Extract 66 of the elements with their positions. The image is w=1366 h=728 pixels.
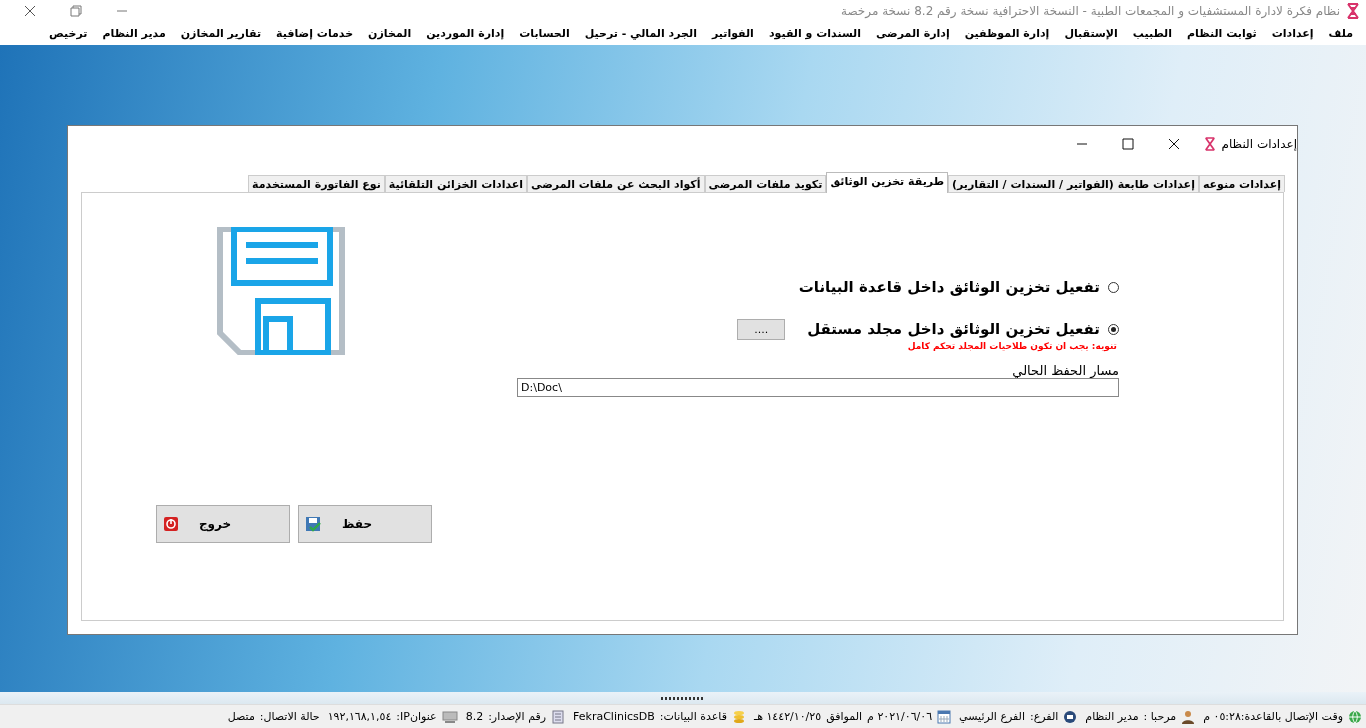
- status-text: رقم الإصدار:: [488, 710, 547, 723]
- status-text: الفرع الرئيسي: [959, 710, 1026, 723]
- option-label[interactable]: تفعيل تخزين الوثائق داخل قاعدة البيانات: [798, 278, 1100, 296]
- status-text: الموافق: [826, 710, 863, 723]
- splitter-handle[interactable]: [661, 696, 705, 700]
- maximize-icon[interactable]: [1121, 138, 1134, 150]
- tab[interactable]: اعدادات الخزائن التلقائية: [384, 175, 528, 192]
- menu-item[interactable]: إعدادات: [1264, 27, 1321, 40]
- menu-item[interactable]: الحسابات: [512, 27, 577, 40]
- tab[interactable]: نوع الفاتورة المستخدمة: [248, 175, 385, 192]
- menu-item[interactable]: ثوابت النظام: [1180, 27, 1264, 40]
- status-text: مدير النظام: [1085, 710, 1139, 723]
- restore-icon[interactable]: [70, 5, 82, 17]
- menu-item[interactable]: إدارة المرضى: [869, 27, 957, 40]
- status-text: ١٩٢,١٦٨,١,٥٤: [327, 710, 392, 723]
- status-text: متصل: [227, 710, 255, 723]
- status-text: ٢٠٢١/٠٦/٠٦ م: [867, 710, 933, 723]
- tab[interactable]: إعدادات طابعة (الفواتير / السندات / التقارير): [948, 175, 1199, 192]
- path-label: مسار الحفظ الحالي: [1012, 363, 1119, 378]
- tab[interactable]: تكويد ملفات المرضى: [704, 175, 827, 192]
- close-icon[interactable]: [1167, 138, 1180, 150]
- globe-icon: [1348, 709, 1362, 724]
- menu-item[interactable]: الجرد المالي - ترحيل: [577, 27, 704, 40]
- menu-item[interactable]: إدارة الموردين: [419, 27, 512, 40]
- status-text: قاعدة البيانات:: [659, 710, 727, 723]
- status-text: حالة الاتصال:: [259, 710, 320, 723]
- menu-item[interactable]: ملف: [1321, 27, 1360, 40]
- status-text: FekraClinicsDB: [573, 710, 655, 723]
- server-icon: [1063, 709, 1078, 724]
- tab[interactable]: إعدادات منوعه: [1198, 175, 1285, 192]
- menu-item[interactable]: الفواتير: [704, 27, 761, 40]
- menu-item[interactable]: تقارير المخازن: [173, 27, 269, 40]
- save-button[interactable]: حفظ: [298, 505, 432, 543]
- menu-item[interactable]: الإستقبال: [1057, 27, 1125, 40]
- status-text: الفرع:: [1030, 710, 1059, 723]
- status-text: وقت الإتصال بالقاعدة:٠٥:٢٨ م: [1203, 710, 1343, 723]
- menu-item[interactable]: خدمات إضافية: [269, 27, 361, 40]
- menu-item[interactable]: السندات و القيود: [761, 27, 868, 40]
- option-label[interactable]: تفعيل تخزين الوثائق داخل مجلد مستقل: [807, 320, 1100, 338]
- menu-item[interactable]: المخازن: [361, 27, 419, 40]
- calendar-icon: [937, 709, 952, 724]
- menu-item[interactable]: إدارة الموظفين: [957, 27, 1057, 40]
- user-icon: [1181, 709, 1196, 724]
- status-text: ١٤٤٢/١٠/٢٥ هـ: [753, 710, 822, 723]
- path-field[interactable]: D:\Doc\: [517, 378, 1119, 397]
- dna-logo-icon: [1203, 137, 1216, 151]
- status-text: 8.2: [465, 710, 484, 723]
- disk-check-icon: [305, 516, 321, 532]
- menu-item[interactable]: الطبيب: [1125, 27, 1179, 40]
- menu-item[interactable]: مدير النظام: [95, 27, 173, 40]
- network-icon: [441, 709, 458, 724]
- tab[interactable]: طريقة تخزين الوثائق: [826, 172, 948, 193]
- warning-text: تنويه: يجب ان تكون طلاحيات المجلد تحكم كامل: [907, 341, 1117, 351]
- dna-logo-icon: [1346, 3, 1360, 19]
- coins-icon: [731, 709, 746, 724]
- close-icon[interactable]: [24, 5, 36, 17]
- power-icon: [163, 516, 179, 532]
- browse-button[interactable]: ....: [737, 318, 786, 340]
- document-icon: [551, 709, 566, 724]
- status-text: عنوانIP:: [396, 710, 437, 723]
- status-text: مرحبا :: [1143, 710, 1177, 723]
- app-title: نظام فكرة لادارة المستشفيات و المجمعات الطبية - النسخة الاحترافية نسخة رقم 8.2 نسخة مرخصة: [841, 4, 1340, 18]
- tab[interactable]: أكواد البحث عن ملفات المرضى: [527, 175, 705, 192]
- dialog-title: إعدادات النظام: [1221, 137, 1297, 151]
- menu-item[interactable]: ترخيص: [42, 27, 95, 40]
- exit-button[interactable]: خروج: [156, 505, 290, 543]
